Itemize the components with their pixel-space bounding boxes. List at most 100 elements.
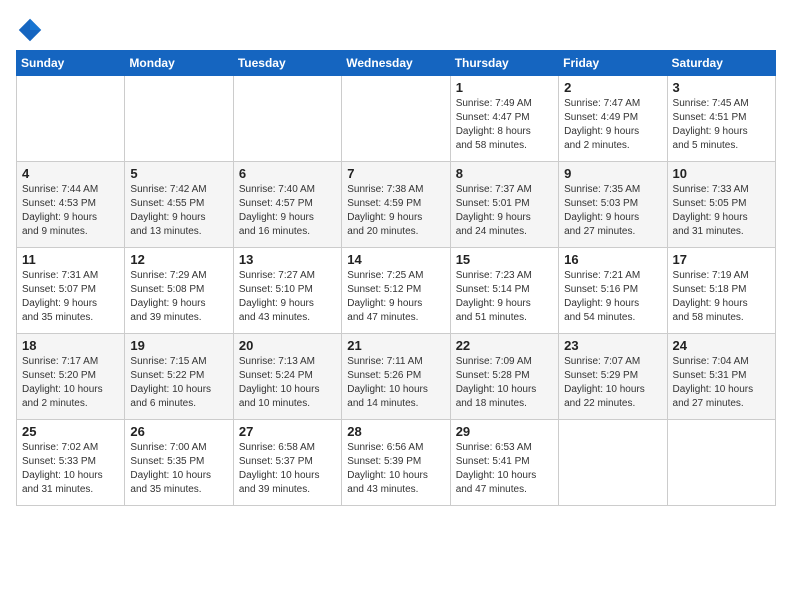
day-number: 9 [564,166,661,181]
day-info: Sunrise: 7:47 AM Sunset: 4:49 PM Dayligh… [564,97,661,153]
calendar-cell: 26 Sunrise: 7:00 AM Sunset: 5:35 PM Dayli… [125,420,233,506]
day-number: 2 [564,80,661,95]
day-number: 22 [456,338,553,353]
day-info: Sunrise: 7:27 AM Sunset: 5:10 PM Dayligh… [239,269,336,325]
day-info: Sunrise: 7:44 AM Sunset: 4:53 PM Dayligh… [22,183,119,239]
calendar-cell: 13 Sunrise: 7:27 AM Sunset: 5:10 PM Dayli… [233,248,341,334]
calendar-week-5: 25Sunrise: 7:02 AM Sunset: 5:33 PM Dayli… [17,420,776,506]
calendar-cell: 27Sunrise: 6:58 AM Sunset: 5:37 PM Dayli… [233,420,341,506]
calendar-cell: 16 Sunrise: 7:21 AM Sunset: 5:16 PM Dayli… [559,248,667,334]
weekday-header-monday: Monday [125,51,233,76]
calendar-cell: 24 Sunrise: 7:04 AM Sunset: 5:31 PM Dayli… [667,334,775,420]
day-number: 16 [564,252,661,267]
day-info: Sunrise: 6:56 AM Sunset: 5:39 PM Dayligh… [347,441,444,497]
day-number: 13 [239,252,336,267]
calendar-week-4: 18Sunrise: 7:17 AM Sunset: 5:20 PM Dayli… [17,334,776,420]
day-number: 11 [22,252,119,267]
day-info: Sunrise: 7:33 AM Sunset: 5:05 PM Dayligh… [673,183,770,239]
calendar-cell: 3 Sunrise: 7:45 AM Sunset: 4:51 PM Daylig… [667,76,775,162]
calendar-week-2: 4 Sunrise: 7:44 AM Sunset: 4:53 PM Daylig… [17,162,776,248]
calendar-cell [342,76,450,162]
day-info: Sunrise: 7:07 AM Sunset: 5:29 PM Dayligh… [564,355,661,411]
calendar-cell: 12Sunrise: 7:29 AM Sunset: 5:08 PM Dayli… [125,248,233,334]
day-number: 15 [456,252,553,267]
day-number: 1 [456,80,553,95]
day-number: 10 [673,166,770,181]
weekday-header-saturday: Saturday [667,51,775,76]
calendar-cell: 18Sunrise: 7:17 AM Sunset: 5:20 PM Dayli… [17,334,125,420]
calendar-cell: 10 Sunrise: 7:33 AM Sunset: 5:05 PM Dayli… [667,162,775,248]
calendar-cell [233,76,341,162]
day-info: Sunrise: 6:53 AM Sunset: 5:41 PM Dayligh… [456,441,553,497]
weekday-header-tuesday: Tuesday [233,51,341,76]
day-number: 25 [22,424,119,439]
calendar-cell: 21 Sunrise: 7:11 AM Sunset: 5:26 PM Dayli… [342,334,450,420]
weekday-header-friday: Friday [559,51,667,76]
calendar-cell: 6 Sunrise: 7:40 AM Sunset: 4:57 PM Daylig… [233,162,341,248]
calendar-cell: 20 Sunrise: 7:13 AM Sunset: 5:24 PM Dayli… [233,334,341,420]
day-info: Sunrise: 7:45 AM Sunset: 4:51 PM Dayligh… [673,97,770,153]
day-number: 8 [456,166,553,181]
calendar-cell: 2 Sunrise: 7:47 AM Sunset: 4:49 PM Daylig… [559,76,667,162]
calendar-cell: 22 Sunrise: 7:09 AM Sunset: 5:28 PM Dayli… [450,334,558,420]
day-info: Sunrise: 7:25 AM Sunset: 5:12 PM Dayligh… [347,269,444,325]
day-info: Sunrise: 7:42 AM Sunset: 4:55 PM Dayligh… [130,183,227,239]
calendar-cell: 28Sunrise: 6:56 AM Sunset: 5:39 PM Dayli… [342,420,450,506]
day-info: Sunrise: 7:23 AM Sunset: 5:14 PM Dayligh… [456,269,553,325]
weekday-header-sunday: Sunday [17,51,125,76]
calendar-cell: 4 Sunrise: 7:44 AM Sunset: 4:53 PM Daylig… [17,162,125,248]
day-number: 29 [456,424,553,439]
day-info: Sunrise: 7:11 AM Sunset: 5:26 PM Dayligh… [347,355,444,411]
day-number: 20 [239,338,336,353]
day-number: 19 [130,338,227,353]
weekday-header-thursday: Thursday [450,51,558,76]
day-info: Sunrise: 7:35 AM Sunset: 5:03 PM Dayligh… [564,183,661,239]
calendar-table: SundayMondayTuesdayWednesdayThursdayFrid… [16,50,776,506]
calendar-cell: 7Sunrise: 7:38 AM Sunset: 4:59 PM Daylig… [342,162,450,248]
calendar-cell [125,76,233,162]
day-info: Sunrise: 7:31 AM Sunset: 5:07 PM Dayligh… [22,269,119,325]
day-info: Sunrise: 7:49 AM Sunset: 4:47 PM Dayligh… [456,97,553,153]
day-info: Sunrise: 7:00 AM Sunset: 5:35 PM Dayligh… [130,441,227,497]
day-number: 24 [673,338,770,353]
day-info: Sunrise: 7:37 AM Sunset: 5:01 PM Dayligh… [456,183,553,239]
calendar-cell: 9 Sunrise: 7:35 AM Sunset: 5:03 PM Daylig… [559,162,667,248]
day-number: 3 [673,80,770,95]
day-number: 5 [130,166,227,181]
day-info: Sunrise: 7:38 AM Sunset: 4:59 PM Dayligh… [347,183,444,239]
calendar-cell [17,76,125,162]
calendar-cell: 5 Sunrise: 7:42 AM Sunset: 4:55 PM Daylig… [125,162,233,248]
day-info: Sunrise: 7:19 AM Sunset: 5:18 PM Dayligh… [673,269,770,325]
calendar-cell: 23 Sunrise: 7:07 AM Sunset: 5:29 PM Dayli… [559,334,667,420]
weekday-header-wednesday: Wednesday [342,51,450,76]
logo-icon [16,16,44,44]
day-number: 17 [673,252,770,267]
calendar-cell [667,420,775,506]
weekday-row: SundayMondayTuesdayWednesdayThursdayFrid… [17,51,776,76]
day-info: Sunrise: 7:15 AM Sunset: 5:22 PM Dayligh… [130,355,227,411]
calendar-cell: 25Sunrise: 7:02 AM Sunset: 5:33 PM Dayli… [17,420,125,506]
day-info: Sunrise: 7:21 AM Sunset: 5:16 PM Dayligh… [564,269,661,325]
day-number: 27 [239,424,336,439]
day-number: 6 [239,166,336,181]
day-number: 14 [347,252,444,267]
day-number: 26 [130,424,227,439]
day-number: 23 [564,338,661,353]
day-info: Sunrise: 7:04 AM Sunset: 5:31 PM Dayligh… [673,355,770,411]
calendar-cell: 29 Sunrise: 6:53 AM Sunset: 5:41 PM Dayli… [450,420,558,506]
calendar-cell: 1 Sunrise: 7:49 AM Sunset: 4:47 PM Daylig… [450,76,558,162]
logo [16,16,48,44]
day-info: Sunrise: 7:13 AM Sunset: 5:24 PM Dayligh… [239,355,336,411]
calendar-week-3: 11 Sunrise: 7:31 AM Sunset: 5:07 PM Dayli… [17,248,776,334]
page-header [16,16,776,44]
day-info: Sunrise: 7:09 AM Sunset: 5:28 PM Dayligh… [456,355,553,411]
day-number: 4 [22,166,119,181]
day-number: 12 [130,252,227,267]
calendar-cell: 17 Sunrise: 7:19 AM Sunset: 5:18 PM Dayli… [667,248,775,334]
calendar-cell: 14 Sunrise: 7:25 AM Sunset: 5:12 PM Dayli… [342,248,450,334]
day-number: 21 [347,338,444,353]
day-info: Sunrise: 7:40 AM Sunset: 4:57 PM Dayligh… [239,183,336,239]
calendar-cell: 11 Sunrise: 7:31 AM Sunset: 5:07 PM Dayli… [17,248,125,334]
calendar-header: SundayMondayTuesdayWednesdayThursdayFrid… [17,51,776,76]
calendar-cell: 8 Sunrise: 7:37 AM Sunset: 5:01 PM Daylig… [450,162,558,248]
